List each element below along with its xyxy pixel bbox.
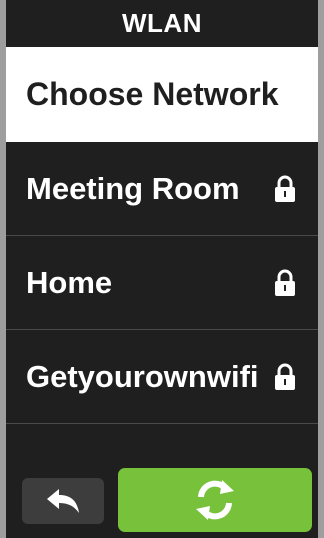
- back-arrow-icon: [47, 489, 79, 513]
- network-name: Meeting Room: [26, 170, 240, 206]
- lock-icon: [275, 363, 295, 390]
- network-item-meeting-room[interactable]: Meeting Room: [6, 142, 318, 236]
- lock-icon: [275, 175, 295, 202]
- refresh-icon: [196, 480, 234, 520]
- back-button[interactable]: [22, 478, 104, 524]
- refresh-button[interactable]: [118, 468, 312, 532]
- page-header: WLAN: [6, 0, 318, 47]
- section-title: Choose Network: [6, 47, 318, 142]
- device-screen: WLAN Choose Network Meeting Room Home Ge…: [0, 0, 324, 538]
- page-title: WLAN: [122, 8, 202, 38]
- network-name: Home: [26, 264, 113, 300]
- network-list: Meeting Room Home Getyourownwifi: [6, 142, 318, 424]
- network-item-getyourownwifi[interactable]: Getyourownwifi: [6, 330, 318, 424]
- network-item-home[interactable]: Home: [6, 236, 318, 330]
- lock-icon: [275, 269, 295, 296]
- network-name: Getyourownwifi: [26, 358, 259, 394]
- footer-bar: [6, 468, 318, 538]
- section-title-text: Choose Network: [26, 76, 279, 112]
